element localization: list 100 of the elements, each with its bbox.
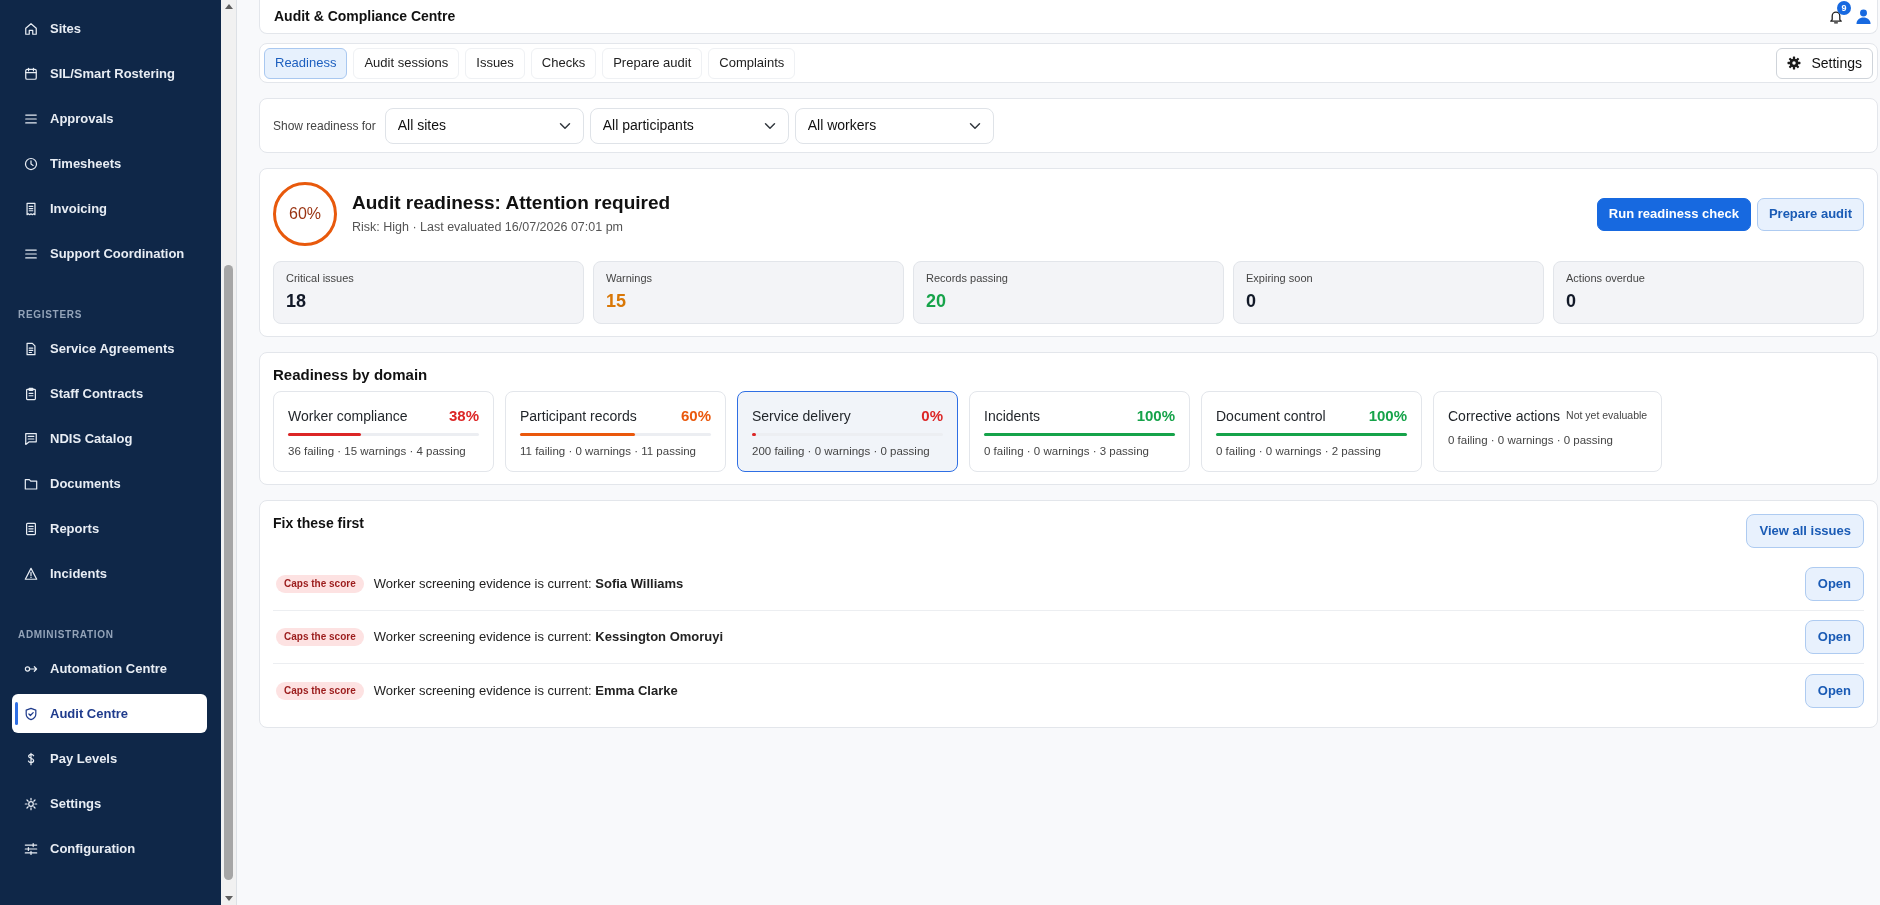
stat-value: 18 [286, 290, 308, 312]
page-title: Audit & Compliance Centre [274, 7, 456, 26]
sidebar-item[interactable]: Settings [12, 784, 207, 823]
tab[interactable]: Checks [530, 47, 597, 79]
sidebar-item[interactable]: Documents [12, 464, 207, 503]
sidebar-item[interactable]: Configuration [12, 829, 207, 868]
settings-button[interactable]: Settings [1776, 47, 1873, 79]
domain-summary: 36 failing · 15 warnings · 4 passing [288, 444, 467, 458]
domain-card[interactable]: Incidents 100% 0 failing · 0 warnings · 3 passing [969, 391, 1190, 472]
tab[interactable]: Complaints [708, 47, 796, 79]
stat-label: Warnings [606, 272, 654, 285]
open-button[interactable]: Open [1804, 620, 1864, 654]
sidebar-item[interactable]: SIL/Smart Rostering [12, 54, 207, 93]
sidebar-item[interactable]: Reports [12, 509, 207, 548]
tab[interactable]: Audit sessions [353, 47, 460, 79]
folder-icon [24, 476, 38, 491]
readiness-subtitle: Risk: High · Last evaluated 16/07/2026 07:01 pm [352, 219, 624, 237]
stat-value: 20 [926, 290, 948, 312]
open-button[interactable]: Open [1804, 673, 1864, 708]
user-icon[interactable] [1856, 9, 1871, 24]
filter-dropdown[interactable]: All workers [794, 107, 994, 144]
scroll-down-icon[interactable] [224, 896, 233, 901]
sidebar-item[interactable]: Automation Centre [12, 649, 207, 688]
sidebar-item[interactable]: Service Agreements [12, 329, 207, 368]
readiness-title: Audit readiness: Attention required [352, 191, 671, 216]
score-badge: Caps the score [276, 628, 364, 646]
domain-card[interactable]: Participant records 60% 11 failing · 0 warnings · 11 passing [505, 391, 726, 472]
stat-value: 15 [606, 290, 628, 312]
stat-label: Records passing [926, 272, 1009, 285]
settings-icon [1787, 56, 1802, 70]
domain-summary: 0 failing · 0 warnings · 2 passing [1216, 444, 1382, 458]
domain-summary: 0 failing · 0 warnings · 3 passing [984, 444, 1150, 458]
issue-text: Worker screening evidence is current: Sofia Williams [373, 575, 684, 594]
stat-value: 0 [1246, 290, 1257, 312]
domain-percent: 60% [679, 407, 711, 425]
sidebar-item[interactable]: Support Coordination [12, 234, 207, 273]
section-heading: REGISTERS [18, 308, 83, 322]
readiness-score: 60% [273, 182, 337, 246]
calendar-icon [24, 66, 38, 81]
scroll-up-icon[interactable] [224, 4, 233, 9]
sidebar-item[interactable]: Approvals [12, 99, 207, 138]
message-icon [24, 431, 38, 446]
section-title: Fix these first [273, 514, 365, 532]
domain-card[interactable]: Service delivery 0% 200 failing · 0 warnings · 0 passing [737, 391, 958, 472]
action-button[interactable]: Run readiness check [1596, 197, 1751, 231]
domain-summary: 11 failing · 0 warnings · 11 passing [520, 444, 697, 458]
section-heading: ADMINISTRATION [18, 628, 114, 642]
receipt-icon [24, 201, 38, 216]
sidebar-item[interactable]: Timesheets [12, 144, 207, 183]
issue-text: Worker screening evidence is current: Kessington Omoruyi [373, 628, 724, 647]
notification-badge: 9 [1837, 0, 1851, 15]
clock-icon [24, 156, 38, 171]
filter-label: Show readiness for [273, 117, 376, 135]
warning-icon [24, 566, 38, 581]
list-icon [24, 111, 38, 126]
sidebar-item[interactable]: Invoicing [12, 189, 207, 228]
section-title: Readiness by domain [273, 365, 429, 385]
tab[interactable]: Readiness [264, 47, 348, 79]
domain-summary: 0 failing · 0 warnings · 0 passing [1448, 433, 1614, 447]
bell-icon[interactable] [1830, 9, 1842, 24]
stat-label: Actions overdue [1566, 272, 1646, 285]
stat-label: Critical issues [286, 272, 355, 285]
shield-check-icon [24, 706, 38, 721]
document-icon [24, 341, 38, 356]
action-button[interactable]: Prepare audit [1756, 197, 1864, 231]
sidebar-item[interactable]: Sites [12, 9, 207, 48]
domain-name: Document control [1216, 407, 1326, 425]
domain-percent: 38% [447, 407, 479, 425]
sidebar-item[interactable]: Incidents [12, 554, 207, 593]
scrollbar-thumb[interactable] [224, 265, 233, 880]
filter-dropdown[interactable]: All participants [589, 107, 789, 144]
sidebar-item[interactable]: Staff Contracts [12, 374, 207, 413]
tab[interactable]: Prepare audit [602, 47, 703, 79]
sidebar-item[interactable]: NDIS Catalog [12, 419, 207, 458]
domain-card[interactable]: Corrective actions Not yet evaluable 0 failing · 0 warnings · 0 passing [1433, 391, 1663, 472]
status-note: Not yet evaluable [1566, 408, 1648, 424]
score-badge: Caps the score [276, 681, 364, 700]
home-icon [24, 21, 38, 36]
domain-percent: 100% [1135, 407, 1175, 425]
stat-label: Expiring soon [1246, 272, 1314, 285]
tab[interactable]: Issues [465, 47, 525, 79]
view-all-button[interactable]: View all issues [1746, 514, 1864, 548]
sidebar-item[interactable]: Pay Levels [12, 739, 207, 778]
filter-dropdown[interactable]: All sites [384, 107, 584, 144]
domain-name: Worker compliance [288, 407, 408, 425]
issue-text: Worker screening evidence is current: Emma Clarke [373, 681, 678, 700]
sun-icon [24, 796, 38, 811]
stat-value: 0 [1566, 290, 1577, 312]
score-badge: Caps the score [276, 575, 364, 593]
domain-card[interactable]: Worker compliance 38% 36 failing · 15 warnings · 4 passing [273, 391, 494, 472]
sidebar-item[interactable]: Audit Centre [12, 694, 207, 733]
domain-name: Service delivery [752, 407, 851, 425]
list-icon [24, 246, 38, 261]
document-icon [24, 521, 38, 536]
domain-percent: 0% [920, 407, 943, 425]
open-button[interactable]: Open [1804, 567, 1864, 601]
clipboard-icon [24, 386, 38, 401]
domain-summary: 200 failing · 0 warnings · 0 passing [752, 444, 931, 458]
domain-card[interactable]: Document control 100% 0 failing · 0 warnings · 2 passing [1201, 391, 1422, 472]
sliders-icon [24, 841, 38, 856]
